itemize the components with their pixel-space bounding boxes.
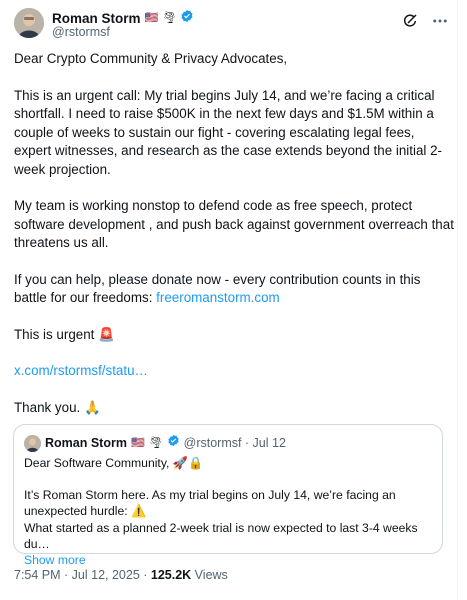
urgent-text: This is urgent (14, 326, 99, 342)
tweet-line: This is an urgent call: My trial begins … (14, 87, 443, 177)
quoted-handle-date: @rstormsf · Jul 12 (183, 436, 286, 450)
author-handle[interactable]: @rstormsf (52, 25, 110, 39)
siren-emoji: 🚨 (98, 326, 115, 342)
thanks-line: Thank you. 🙏 (14, 399, 454, 418)
tornado-emoji: 🌪 (162, 12, 177, 24)
tweet-line: My team is working nonstop to defend cod… (14, 198, 454, 250)
more-options-icon[interactable] (430, 11, 450, 31)
verified-badge-icon (167, 434, 180, 452)
header-actions (400, 11, 450, 31)
tweet-header: Roman Storm 🇺🇸 🌪 @rstormsf (14, 8, 450, 42)
quoted-author-name: Roman Storm (45, 436, 127, 450)
status-link[interactable]: x.com/rstormsf/statu… (14, 363, 148, 378)
tweet-container: Roman Storm 🇺🇸 🌪 @rstormsf Dear Crypto C… (0, 0, 458, 600)
show-more-link[interactable]: Show more (24, 552, 442, 568)
urgent-line: This is urgent 🚨 (14, 326, 454, 345)
author-avatar[interactable] (14, 8, 44, 38)
views-label: Views (191, 568, 228, 582)
quoted-line: It’s Roman Storm here. As my trial begin… (24, 488, 396, 519)
author-name[interactable]: Roman Storm (52, 11, 141, 26)
tweet-line: If you can help, please donate now - eve… (14, 271, 454, 308)
tweet-meta: 7:54 PM · Jul 12, 2025 · 125.2K Views (14, 568, 228, 582)
grok-icon[interactable] (400, 11, 420, 31)
views-count: 125.2K (150, 568, 192, 582)
verified-badge-icon (180, 9, 194, 28)
quoted-line: Dear Software Community, 🚀🔒 (24, 456, 204, 470)
quoted-tweet-header: Roman Storm 🇺🇸 🌪 @rstormsf · Jul 12 (24, 434, 286, 452)
quoted-tweet[interactable]: Roman Storm 🇺🇸 🌪 @rstormsf · Jul 12 Dear… (13, 424, 443, 567)
thanks-text: Thank you. (14, 399, 84, 415)
tweet-text: Dear Crypto Community & Privacy Advocate… (14, 50, 454, 417)
tweet-line: Dear Crypto Community & Privacy Advocate… (14, 51, 288, 66)
us-flag-emoji: 🇺🇸 (144, 12, 159, 24)
donate-link[interactable]: freeromanstorm.com (156, 290, 280, 305)
praying-hands-emoji: 🙏 (83, 399, 101, 415)
quoted-author-avatar (24, 434, 41, 452)
timestamp[interactable]: 7:54 PM · Jul 12, 2025 · (14, 568, 151, 582)
status-line: x.com/rstormsf/statu… (14, 362, 454, 381)
us-flag-emoji: 🇺🇸 (130, 436, 145, 449)
quoted-line: What started as a planned 2-week trial i… (24, 520, 418, 551)
quoted-tweet-text: Dear Software Community, 🚀🔒 It’s Roman S… (24, 455, 442, 568)
tornado-emoji: 🌪 (148, 436, 163, 449)
